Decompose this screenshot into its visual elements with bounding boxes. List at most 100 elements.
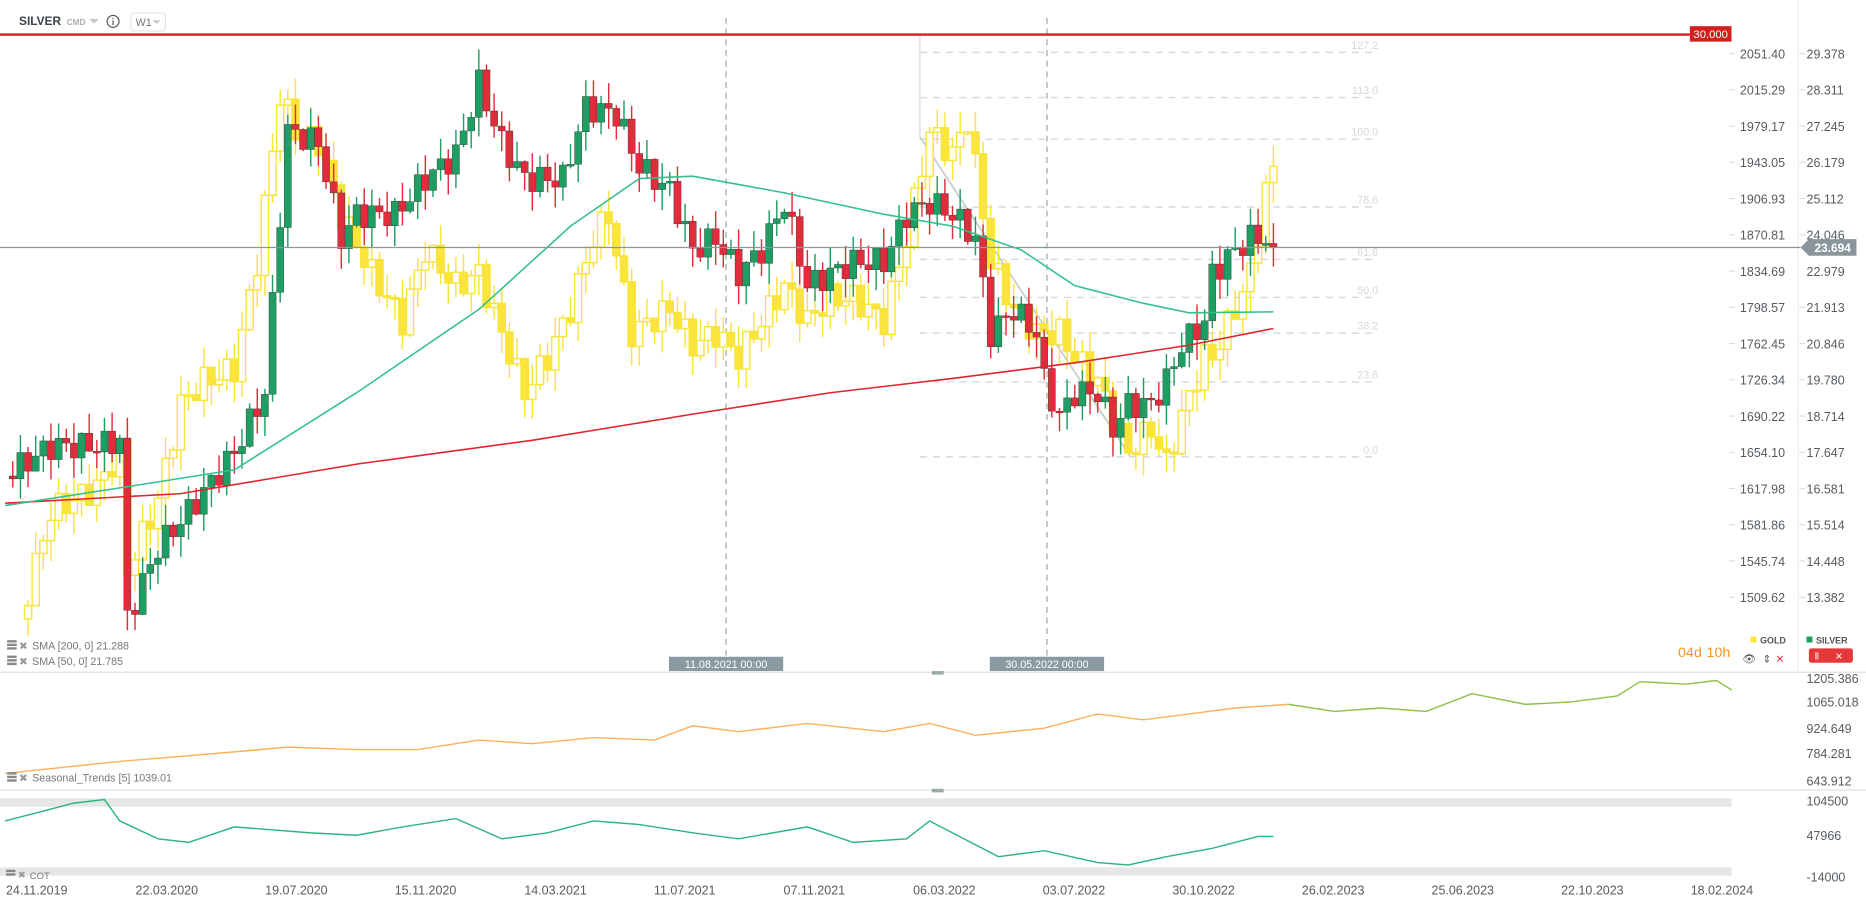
menu-icon[interactable] [5, 869, 16, 873]
silver-candle [284, 114, 292, 248]
silver-candle [452, 129, 460, 189]
menu-icon[interactable] [7, 772, 17, 775]
fib-level-label: 100.0 [1351, 127, 1378, 139]
gold-candle [749, 311, 759, 344]
gold-candle [39, 535, 48, 570]
candle-body [1223, 249, 1232, 280]
interval-select[interactable]: W1 [130, 12, 167, 32]
silver-candle [780, 208, 789, 224]
candle-body [24, 452, 32, 472]
gold-candle [520, 357, 529, 418]
candle-body [787, 282, 797, 290]
sma50-legend[interactable]: ✖ SMA [50, 0] 21.785 [7, 655, 123, 669]
silver-candle [986, 263, 995, 359]
gold-candle [657, 280, 667, 353]
candle-body [39, 440, 48, 457]
symbol-dropdown-icon[interactable] [89, 19, 99, 24]
gold-axis-label: 1545.74 [1740, 555, 1785, 569]
candle-body [680, 318, 690, 330]
candle-body [657, 300, 667, 333]
seasonal-legend[interactable]: ✖ Seasonal_Trends [5] 1039.01 [7, 772, 172, 785]
gold-legend-label: GOLD [1760, 636, 1786, 646]
silver-candle [368, 189, 376, 248]
candle-body [429, 169, 437, 191]
candle-body [322, 146, 330, 183]
info-icon[interactable] [106, 14, 120, 28]
panel-resize-handle[interactable] [931, 788, 944, 793]
trading-chart[interactable]: SILVER CMD W1 127.2 113.0 100.0 78.6 61.8 50.… [0, 0, 1866, 909]
gold-candle [61, 483, 71, 523]
silver-candle [1109, 387, 1117, 457]
close-icon[interactable]: ✖ [19, 773, 28, 785]
menu-icon[interactable] [7, 655, 17, 658]
candle-body [1269, 243, 1278, 248]
candle-body [459, 130, 468, 145]
candle-body [994, 315, 1003, 347]
candle-body [421, 174, 430, 191]
candle-body [573, 273, 583, 324]
candle-body [451, 271, 461, 284]
remove-gold-icon[interactable]: ✕ [1776, 654, 1785, 666]
candlestick-icon[interactable]: ⫴ [1815, 652, 1819, 663]
gold-candle [1070, 337, 1080, 365]
candle-body [536, 166, 544, 192]
gold-candle [1269, 145, 1278, 203]
close-icon[interactable]: ✖ [19, 641, 28, 653]
candle-body [31, 455, 40, 472]
price-panel[interactable]: 127.2 113.0 100.0 78.6 61.8 50.0 38.2 23.6 0.0 11… [0, 17, 1801, 671]
silver-candle [1055, 407, 1064, 432]
silver-candle [650, 158, 659, 202]
fib-level-label: 38.2 [1357, 321, 1378, 333]
candle-body [390, 296, 400, 301]
candle-body [612, 222, 621, 257]
sma200-legend[interactable]: ✖ SMA [200, 0] 21.288 [7, 640, 129, 653]
close-icon[interactable]: ✖ [19, 656, 28, 668]
gold-axis-label: 2015.29 [1740, 84, 1785, 98]
candle-body [93, 451, 101, 454]
silver-axis-label: 19.780 [1806, 374, 1844, 388]
gold-candle [421, 242, 430, 290]
silver-series-button[interactable]: ⫴ ✕ [1808, 648, 1853, 663]
gold-candle [451, 256, 461, 298]
candle-body [1062, 318, 1072, 353]
panel-resize-handle[interactable] [931, 671, 944, 675]
gold-candle [1238, 283, 1248, 335]
candle-body [879, 308, 889, 336]
seasonal-panel[interactable] [5, 679, 1733, 775]
eye-icon[interactable]: 👁 [1742, 654, 1756, 666]
gold-candle [833, 280, 843, 311]
reorder-icon[interactable]: ⇕ [1762, 654, 1771, 666]
remove-silver-icon[interactable]: ✕ [1835, 652, 1843, 663]
silver-candle [520, 160, 529, 191]
candle-body [765, 223, 773, 264]
candle-body [475, 69, 483, 118]
date-marker-label: 30.05.2022 00:00 [1005, 659, 1088, 671]
candle-body [559, 164, 567, 188]
candle-body [1170, 366, 1178, 369]
candle-body [955, 131, 965, 148]
cot-panel[interactable] [0, 798, 1732, 876]
symbol-name[interactable]: SILVER [19, 14, 61, 28]
gold-candle [543, 342, 552, 382]
candle-body [345, 225, 353, 249]
candle-body [719, 331, 728, 348]
gold-candle [1192, 370, 1202, 412]
silver-axis-label: 28.311 [1806, 84, 1843, 98]
date-axis-label: 11.07.2021 [654, 884, 716, 898]
gold-candle [948, 137, 957, 180]
menu-icon[interactable] [7, 640, 17, 643]
candle-body [780, 211, 789, 220]
candle-body [1192, 389, 1202, 393]
candle-body [505, 130, 514, 168]
date-axis-label: 25.06.2023 [1432, 884, 1495, 898]
close-icon[interactable]: ✖ [18, 870, 26, 881]
gold-candle [367, 242, 377, 288]
candle-body [16, 452, 25, 480]
candle-body [1177, 409, 1187, 455]
candle-body [711, 228, 720, 245]
candle-body [535, 355, 545, 386]
candle-body [1131, 452, 1141, 456]
silver-candle [1155, 382, 1163, 413]
candle-body [1216, 263, 1224, 280]
silver-candle [551, 162, 559, 208]
